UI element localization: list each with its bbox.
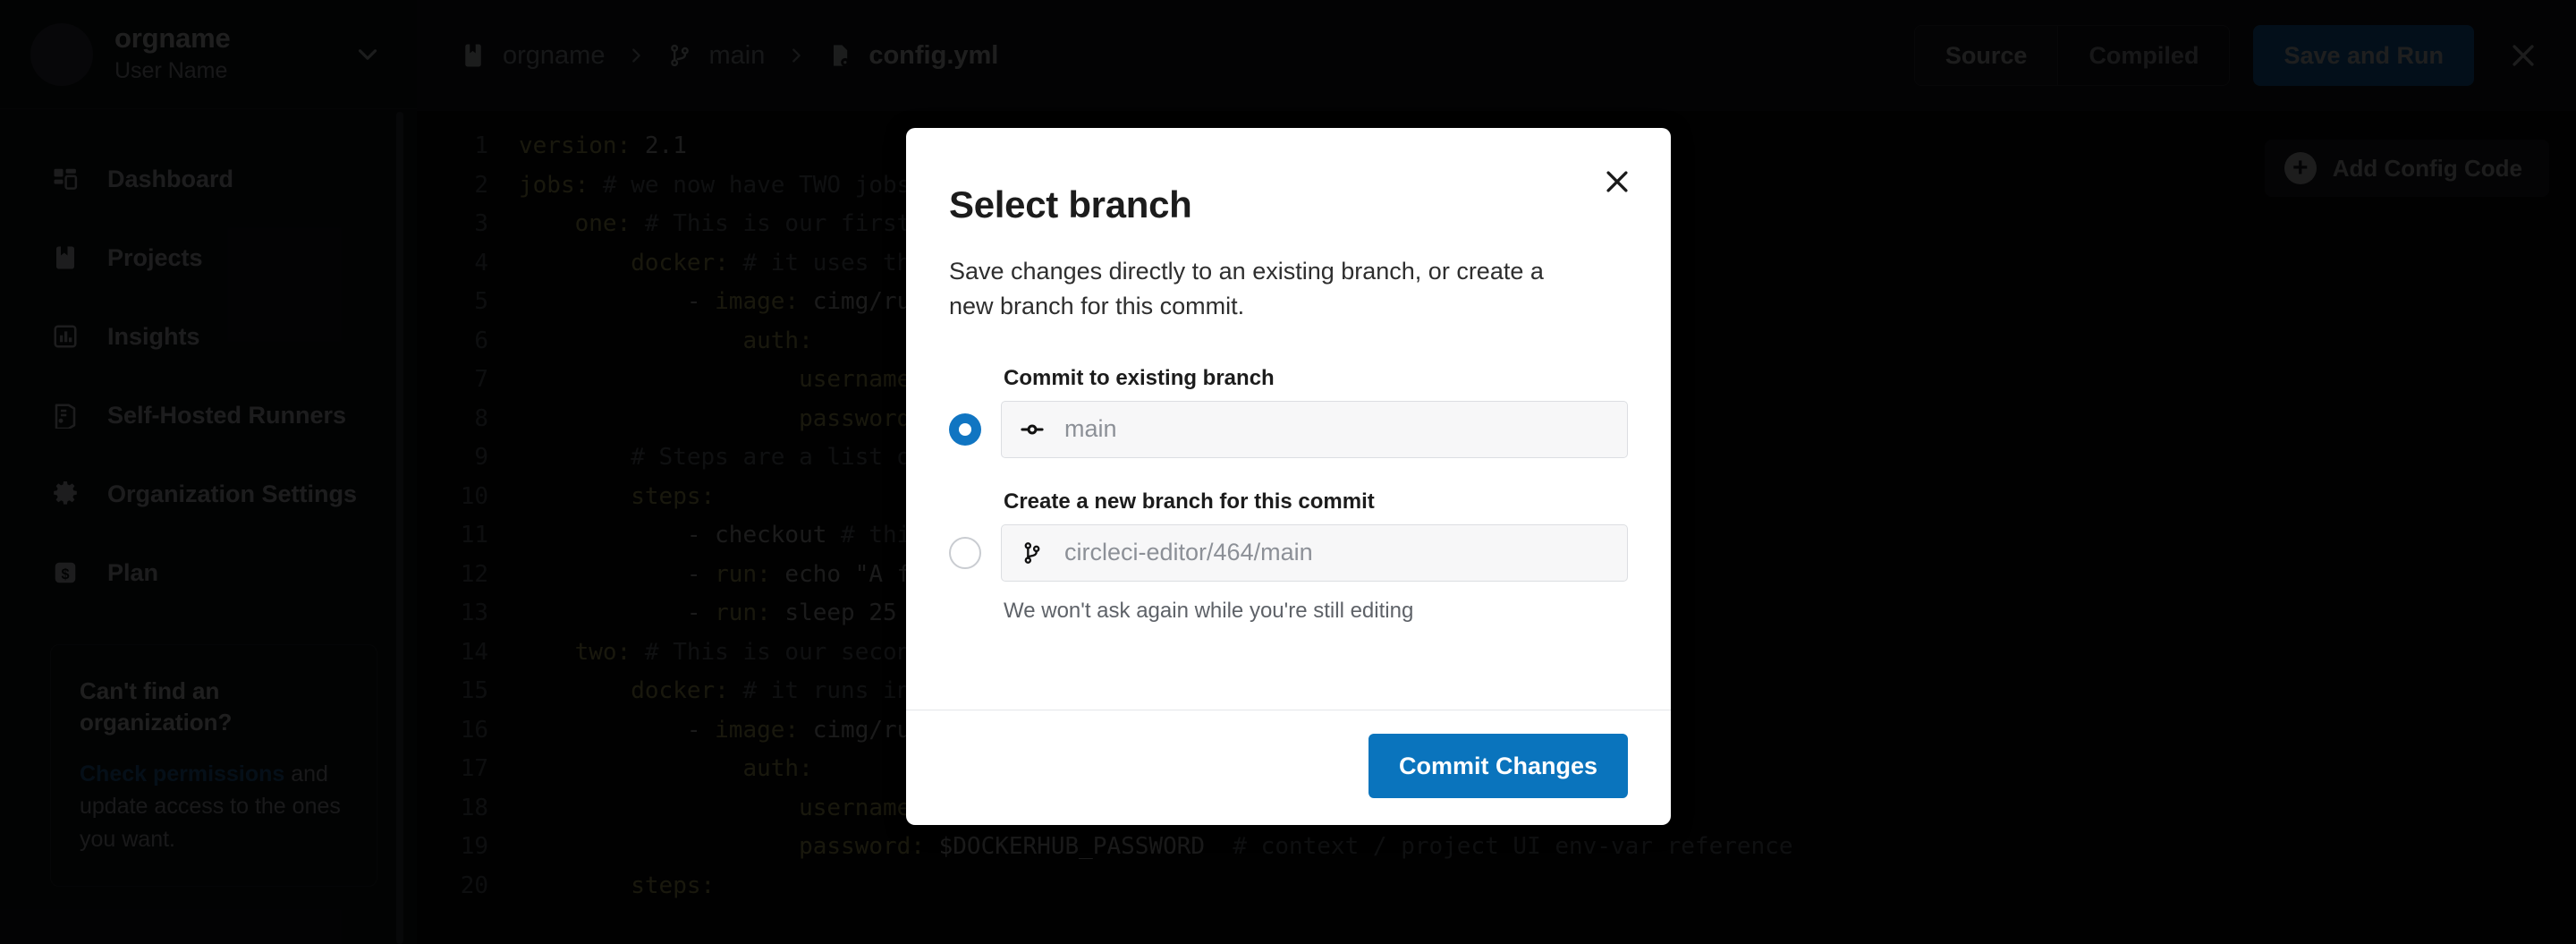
commit-node-icon <box>1020 417 1045 442</box>
commit-changes-button[interactable]: Commit Changes <box>1368 734 1628 798</box>
new-branch-value[interactable] <box>1064 539 1609 566</box>
app-window: orgname User Name Dashboard <box>0 0 2576 944</box>
existing-branch-value[interactable] <box>1064 415 1609 443</box>
radio-create-new-branch[interactable] <box>949 537 981 569</box>
modal-body: Select branch Save changes directly to a… <box>906 128 1671 710</box>
close-icon[interactable] <box>1589 153 1646 210</box>
editing-hint: We won't ask again while you're still ed… <box>1004 599 1628 624</box>
radio-commit-existing-branch[interactable] <box>949 413 981 446</box>
branch-icon <box>1020 540 1045 566</box>
new-branch-input[interactable] <box>1001 524 1628 582</box>
existing-branch-group: Commit to existing branch <box>949 366 1628 458</box>
new-branch-label: Create a new branch for this commit <box>1004 489 1628 515</box>
new-branch-group: Create a new branch for this commit We w… <box>949 489 1628 624</box>
existing-branch-label: Commit to existing branch <box>1004 366 1628 391</box>
existing-branch-input[interactable] <box>1001 401 1628 458</box>
select-branch-modal: Select branch Save changes directly to a… <box>906 128 1671 825</box>
page-title: Select branch <box>949 183 1628 226</box>
modal-description: Save changes directly to an existing bra… <box>949 254 1575 324</box>
modal-footer: Commit Changes <box>906 710 1671 825</box>
